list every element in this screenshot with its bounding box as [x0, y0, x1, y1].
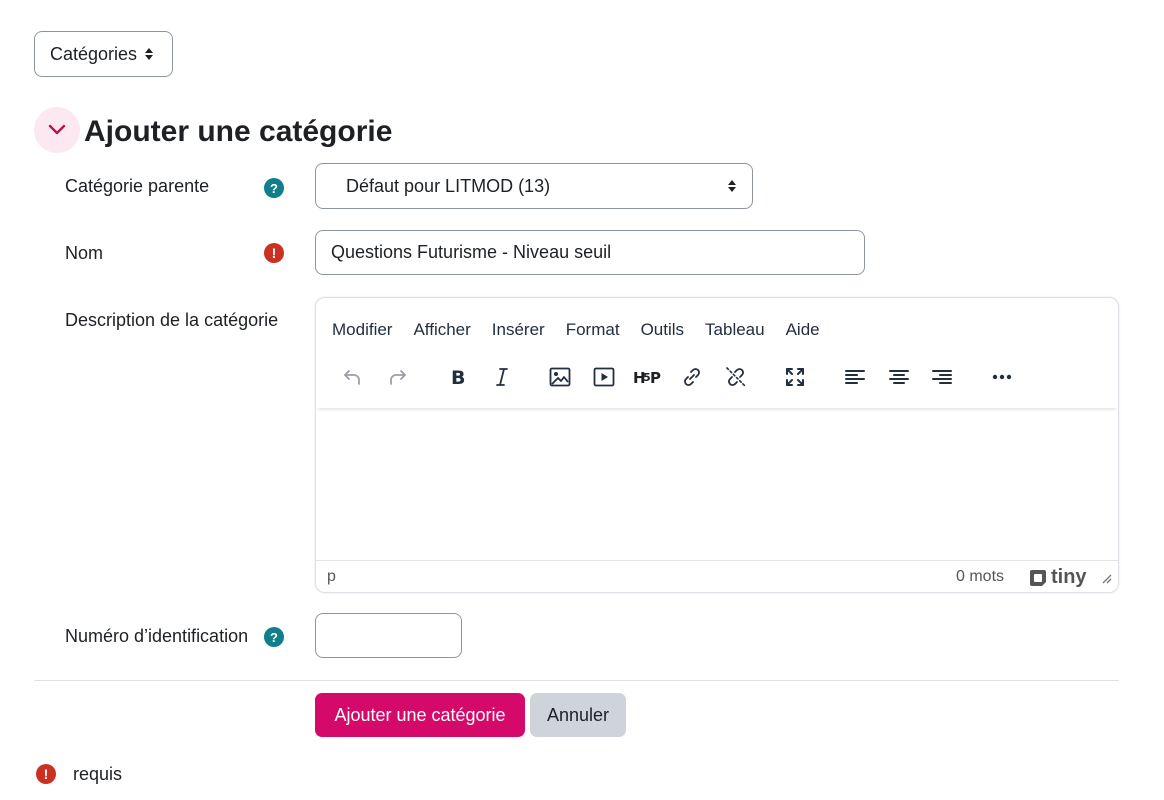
editor-statusbar: p 0 mots tiny — [316, 560, 1118, 592]
menu-afficher[interactable]: Afficher — [413, 316, 470, 344]
more-button[interactable] — [987, 362, 1017, 392]
required-icon: ! — [264, 243, 284, 263]
collapse-section-button[interactable] — [34, 107, 80, 153]
add-category-button[interactable]: Ajouter une catégorie — [315, 693, 525, 737]
tiny-brand-text: tiny — [1051, 566, 1087, 588]
svg-text:P: P — [650, 369, 661, 387]
tiny-logo-icon — [1030, 569, 1046, 586]
media-play-icon — [593, 367, 615, 387]
word-count[interactable]: 0 mots — [956, 568, 1004, 586]
link-icon — [684, 368, 700, 386]
description-editor: Modifier Afficher Insérer Format Outils … — [315, 297, 1119, 593]
fullscreen-button[interactable] — [780, 362, 810, 392]
categories-select-value: Catégories — [50, 43, 138, 64]
parent-category-label: Catégorie parente — [65, 176, 210, 196]
idnumber-input[interactable] — [315, 613, 462, 658]
description-label: Description de la catégorie — [65, 310, 279, 330]
editor-toolbar: B H5P — [316, 348, 1118, 408]
form-divider — [34, 680, 1119, 681]
redo-icon — [390, 370, 406, 385]
undo-button[interactable] — [337, 362, 367, 392]
align-left-icon — [845, 370, 865, 384]
required-icon: ! — [36, 764, 56, 784]
align-right-button[interactable] — [927, 362, 957, 392]
redo-button[interactable] — [383, 362, 413, 392]
parent-category-value: Défaut pour LITMOD (13) — [346, 175, 551, 196]
align-center-button[interactable] — [884, 362, 914, 392]
tiny-branding[interactable]: tiny — [1028, 566, 1087, 589]
align-left-button[interactable] — [840, 362, 870, 392]
align-center-icon — [889, 370, 909, 384]
parent-category-help-icon[interactable]: ? — [264, 178, 284, 198]
menu-modifier[interactable]: Modifier — [332, 316, 392, 344]
image-icon — [549, 367, 571, 387]
parent-category-select[interactable]: Défaut pour LITMOD (13) — [315, 163, 753, 209]
idnumber-label: Numéro d’identification — [65, 626, 249, 646]
insert-link-button[interactable] — [677, 362, 707, 392]
fullscreen-icon — [786, 368, 804, 386]
h5p-icon: H5 P — [633, 369, 661, 387]
cancel-button[interactable]: Annuler — [530, 693, 626, 737]
insert-media-button[interactable] — [589, 362, 619, 392]
select-updown-icon — [728, 180, 736, 192]
insert-image-button[interactable] — [545, 362, 575, 392]
bold-button[interactable]: B — [443, 362, 473, 392]
bold-icon: B — [451, 367, 465, 389]
section-title: Ajouter une catégorie — [84, 115, 393, 148]
categories-select[interactable]: Catégories — [34, 31, 173, 77]
undo-icon — [344, 370, 360, 385]
resize-handle-icon[interactable] — [1100, 571, 1112, 589]
menu-format[interactable]: Format — [566, 316, 620, 344]
editor-menubar: Modifier Afficher Insérer Format Outils … — [316, 316, 841, 344]
menu-inserer[interactable]: Insérer — [492, 316, 545, 344]
unlink-button[interactable] — [721, 362, 751, 392]
select-updown-icon — [145, 48, 154, 60]
required-legend: requis — [73, 764, 123, 784]
menu-tableau[interactable]: Tableau — [705, 316, 765, 344]
h5p-button[interactable]: H5P — [633, 362, 663, 392]
chevron-down-icon — [48, 124, 66, 135]
name-label: Nom — [65, 243, 104, 263]
element-path[interactable]: p — [327, 568, 336, 586]
italic-icon — [496, 368, 508, 386]
menu-outils[interactable]: Outils — [641, 316, 684, 344]
unlink-icon — [726, 367, 746, 387]
menu-aide[interactable]: Aide — [786, 316, 820, 344]
editor-content-area[interactable] — [316, 410, 1118, 560]
align-right-icon — [932, 370, 952, 384]
svg-text:B: B — [451, 367, 465, 389]
idnumber-help-icon[interactable]: ? — [264, 627, 284, 647]
italic-button[interactable] — [487, 362, 517, 392]
name-input[interactable] — [315, 230, 865, 275]
more-dots-icon — [992, 374, 1012, 380]
